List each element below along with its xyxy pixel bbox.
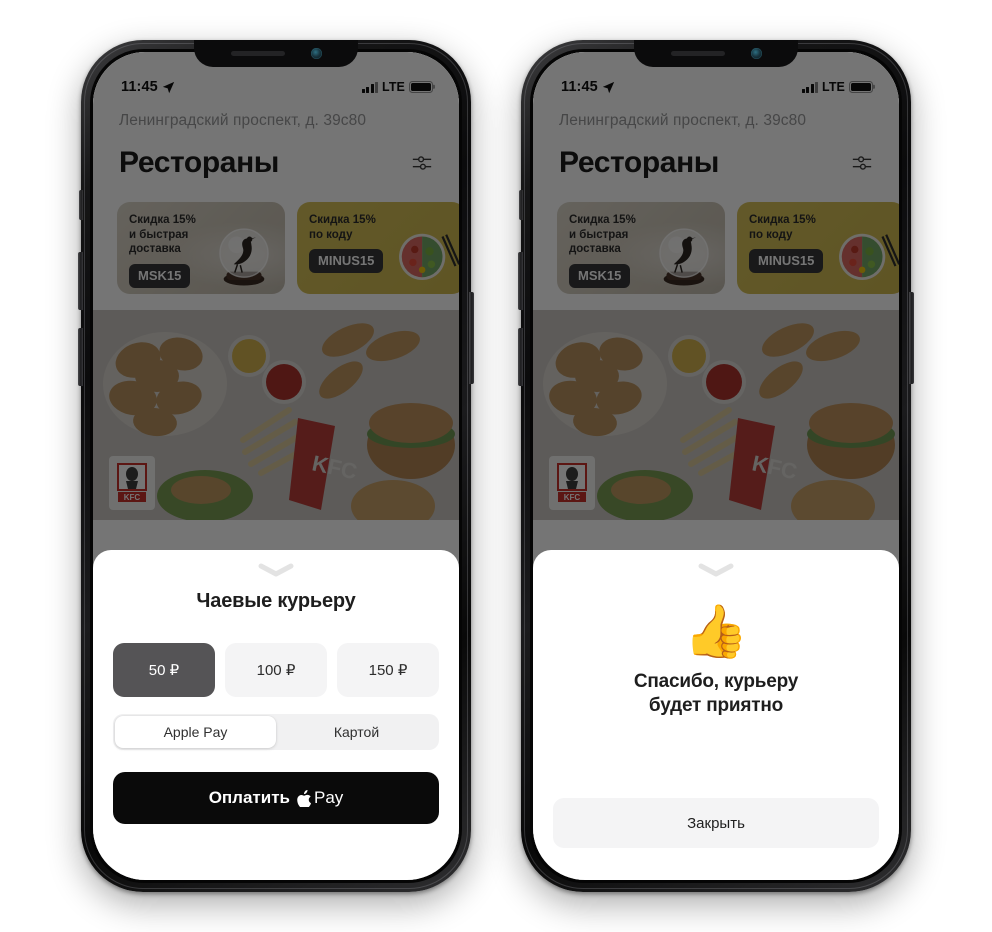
volume-down-button[interactable] xyxy=(518,328,523,386)
front-camera xyxy=(750,48,762,59)
apple-pay-word: Pay xyxy=(314,788,344,807)
thanks-message: Спасибо, курьеру будет приятно xyxy=(633,671,799,717)
thumbs-up-emoji: 👍 xyxy=(683,603,749,661)
volume-down-button[interactable] xyxy=(78,328,83,386)
sheet-drag-handle[interactable] xyxy=(553,550,879,578)
tip-amount-chip-100[interactable]: 100 ₽ xyxy=(225,643,327,697)
pay-button-label: Оплатить xyxy=(208,788,290,807)
phone-right: 11:45 LTE Ленинградский проспект, д. 39с… xyxy=(518,40,914,892)
chevron-down-handle-icon xyxy=(698,563,734,577)
payment-method-card[interactable]: Картой xyxy=(276,716,437,748)
thanks-bottom-sheet: 👍 Спасибо, курьеру будет приятно Закрыть xyxy=(533,550,899,880)
notch xyxy=(194,40,358,67)
power-button[interactable] xyxy=(909,292,914,384)
notch xyxy=(634,40,798,67)
power-button[interactable] xyxy=(469,292,474,384)
tip-amount-chip-150[interactable]: 150 ₽ xyxy=(337,643,439,697)
tips-sheet-title: Чаевые курьеру xyxy=(196,590,356,612)
tips-bottom-sheet: Чаевые курьеру 50 ₽ 100 ₽ 150 ₽ Apple Pa… xyxy=(93,550,459,880)
payment-method-segmented-control: Apple Pay Картой xyxy=(113,714,439,750)
apple-logo-icon xyxy=(297,789,311,807)
mute-switch[interactable] xyxy=(519,190,523,220)
mute-switch[interactable] xyxy=(79,190,83,220)
chevron-down-handle-icon xyxy=(258,563,294,577)
phone-mockup-stage: 11:45 LTE Ленинградский проспект, д. 39с… xyxy=(0,0,992,932)
screen-left: 11:45 LTE Ленинградский проспект, д. 39с… xyxy=(93,52,459,880)
screen-right: 11:45 LTE Ленинградский проспект, д. 39с… xyxy=(533,52,899,880)
tip-amount-chip-50[interactable]: 50 ₽ xyxy=(113,643,215,697)
pay-button[interactable]: Оплатить Pay xyxy=(113,772,439,824)
payment-method-apple-pay[interactable]: Apple Pay xyxy=(115,716,276,748)
volume-up-button[interactable] xyxy=(518,252,523,310)
front-camera xyxy=(310,48,322,59)
sheet-drag-handle[interactable] xyxy=(113,550,439,578)
earpiece-speaker xyxy=(230,51,285,56)
earpiece-speaker xyxy=(670,51,725,56)
apple-pay-mark: Pay xyxy=(297,788,343,808)
close-button[interactable]: Закрыть xyxy=(553,798,879,848)
phone-left: 11:45 LTE Ленинградский проспект, д. 39с… xyxy=(78,40,474,892)
volume-up-button[interactable] xyxy=(78,252,83,310)
tip-amount-options: 50 ₽ 100 ₽ 150 ₽ xyxy=(113,643,439,697)
